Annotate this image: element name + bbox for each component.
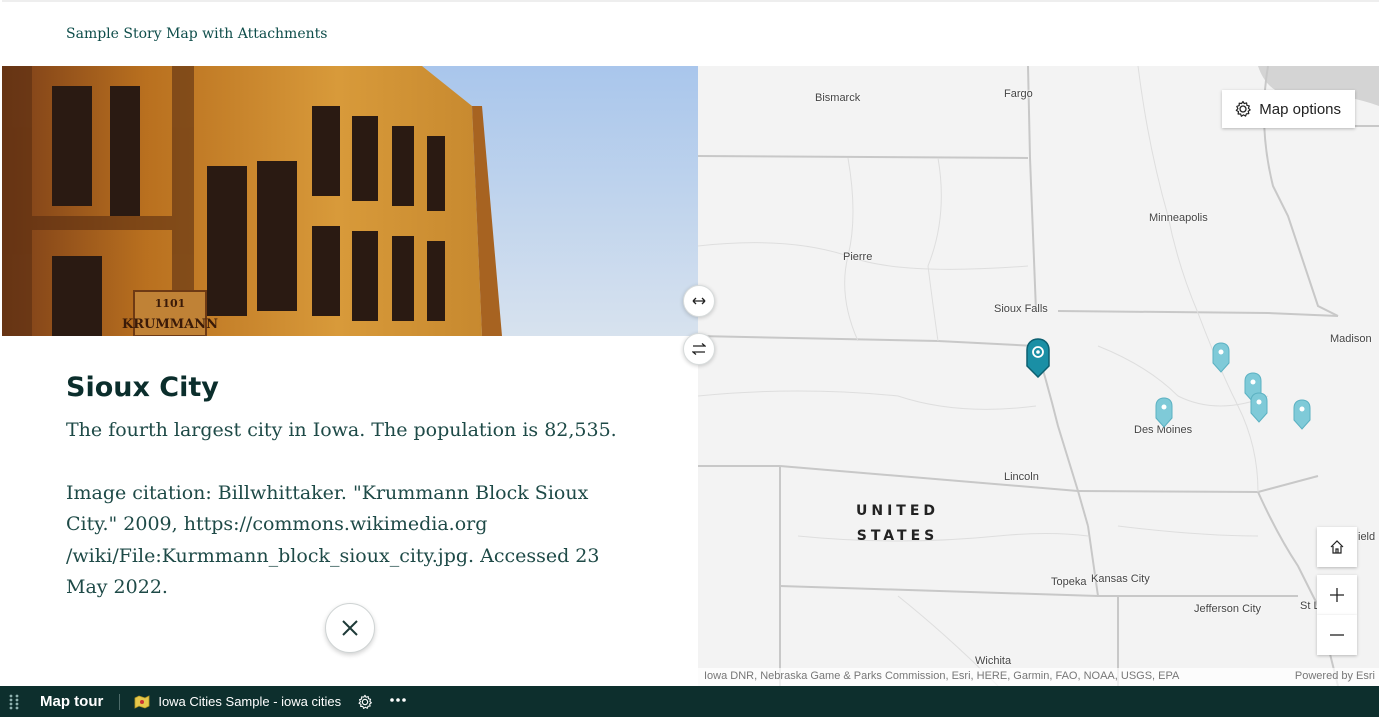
close-button[interactable] bbox=[325, 603, 375, 653]
city-label-springfield: ield bbox=[1358, 531, 1376, 543]
item-settings-button[interactable] bbox=[357, 694, 373, 710]
city-label-madison: Madison bbox=[1330, 333, 1372, 345]
place-photo: 1101 KRUMMANN bbox=[2, 66, 698, 336]
map-options-button[interactable]: Map options bbox=[1222, 90, 1355, 128]
city-label-minneapolis: Minneapolis bbox=[1149, 212, 1208, 224]
place-title: Sioux City bbox=[66, 372, 219, 403]
ellipsis-icon bbox=[390, 698, 406, 702]
photo-sign-number: 1101 bbox=[155, 297, 186, 310]
map-pin[interactable] bbox=[1212, 342, 1230, 373]
story-title: Sample Story Map with Attachments bbox=[66, 26, 328, 42]
footer-divider bbox=[119, 693, 121, 710]
city-label-wichita: Wichita bbox=[975, 655, 1012, 667]
item-name[interactable]: Iowa Cities Sample - iowa cities bbox=[158, 694, 341, 709]
story-header: Sample Story Map with Attachments bbox=[2, 0, 1379, 66]
city-label-lincoln: Lincoln bbox=[1004, 471, 1039, 483]
grip-dots-icon bbox=[9, 694, 19, 709]
image-citation: Image citation: Billwhittaker. "Krummann… bbox=[66, 481, 600, 599]
expand-panel-button[interactable] bbox=[683, 285, 715, 317]
more-options-button[interactable] bbox=[389, 692, 407, 711]
country-label-line2: STATES bbox=[856, 528, 939, 544]
builder-bar: Map tour Iowa Cities Sample - iowa citie… bbox=[0, 686, 1379, 717]
map-view[interactable]: Bismarck Fargo Minneapolis Pierre Sioux … bbox=[698, 66, 1379, 686]
map-attribution: Iowa DNR, Nebraska Game & Parks Commissi… bbox=[698, 668, 1379, 686]
swap-icon bbox=[692, 343, 706, 355]
gear-icon bbox=[358, 694, 373, 709]
app-name: Map tour bbox=[40, 693, 104, 710]
map-pin-active[interactable] bbox=[1026, 338, 1050, 378]
horizontal-resize-icon bbox=[692, 297, 706, 305]
city-label-topeka: Topeka bbox=[1051, 576, 1087, 588]
city-label-kansas-city: Kansas City bbox=[1091, 573, 1150, 585]
city-label-pierre: Pierre bbox=[843, 251, 873, 263]
zoom-in-button[interactable] bbox=[1317, 575, 1357, 615]
attribution-text: Iowa DNR, Nebraska Game & Parks Commissi… bbox=[704, 670, 1180, 682]
place-content: Sioux City The fourth largest city in Io… bbox=[66, 372, 626, 604]
city-label-sioux-falls: Sioux Falls bbox=[994, 303, 1048, 315]
plus-icon bbox=[1330, 588, 1344, 602]
map-item-icon bbox=[134, 694, 150, 709]
home-icon bbox=[1330, 540, 1344, 554]
country-label-line1: UNITED bbox=[856, 503, 940, 519]
city-label-bismarck: Bismarck bbox=[815, 92, 861, 104]
photo-sign-text: KRUMMANN bbox=[122, 317, 218, 332]
close-icon bbox=[342, 620, 358, 636]
zoom-out-button[interactable] bbox=[1317, 615, 1357, 655]
home-button[interactable] bbox=[1317, 527, 1357, 567]
gear-icon bbox=[1235, 100, 1252, 117]
powered-by-esri-link[interactable]: Powered by Esri bbox=[1295, 670, 1375, 682]
city-label-jefferson-city: Jefferson City bbox=[1194, 603, 1262, 615]
swap-sides-button[interactable] bbox=[683, 333, 715, 365]
app-switcher-button[interactable] bbox=[0, 686, 28, 717]
city-label-fargo: Fargo bbox=[1004, 88, 1033, 100]
map-pin[interactable] bbox=[1250, 392, 1268, 423]
place-description: The fourth largest city in Iowa. The pop… bbox=[66, 419, 617, 441]
map-pin[interactable] bbox=[1155, 397, 1173, 428]
map-pin[interactable] bbox=[1293, 399, 1311, 430]
map-options-label: Map options bbox=[1259, 100, 1341, 118]
minus-icon bbox=[1330, 634, 1344, 636]
country-label: UNITED STATES bbox=[856, 499, 939, 549]
tour-panel: 1101 KRUMMANN Sioux City The fourth larg… bbox=[2, 66, 698, 686]
